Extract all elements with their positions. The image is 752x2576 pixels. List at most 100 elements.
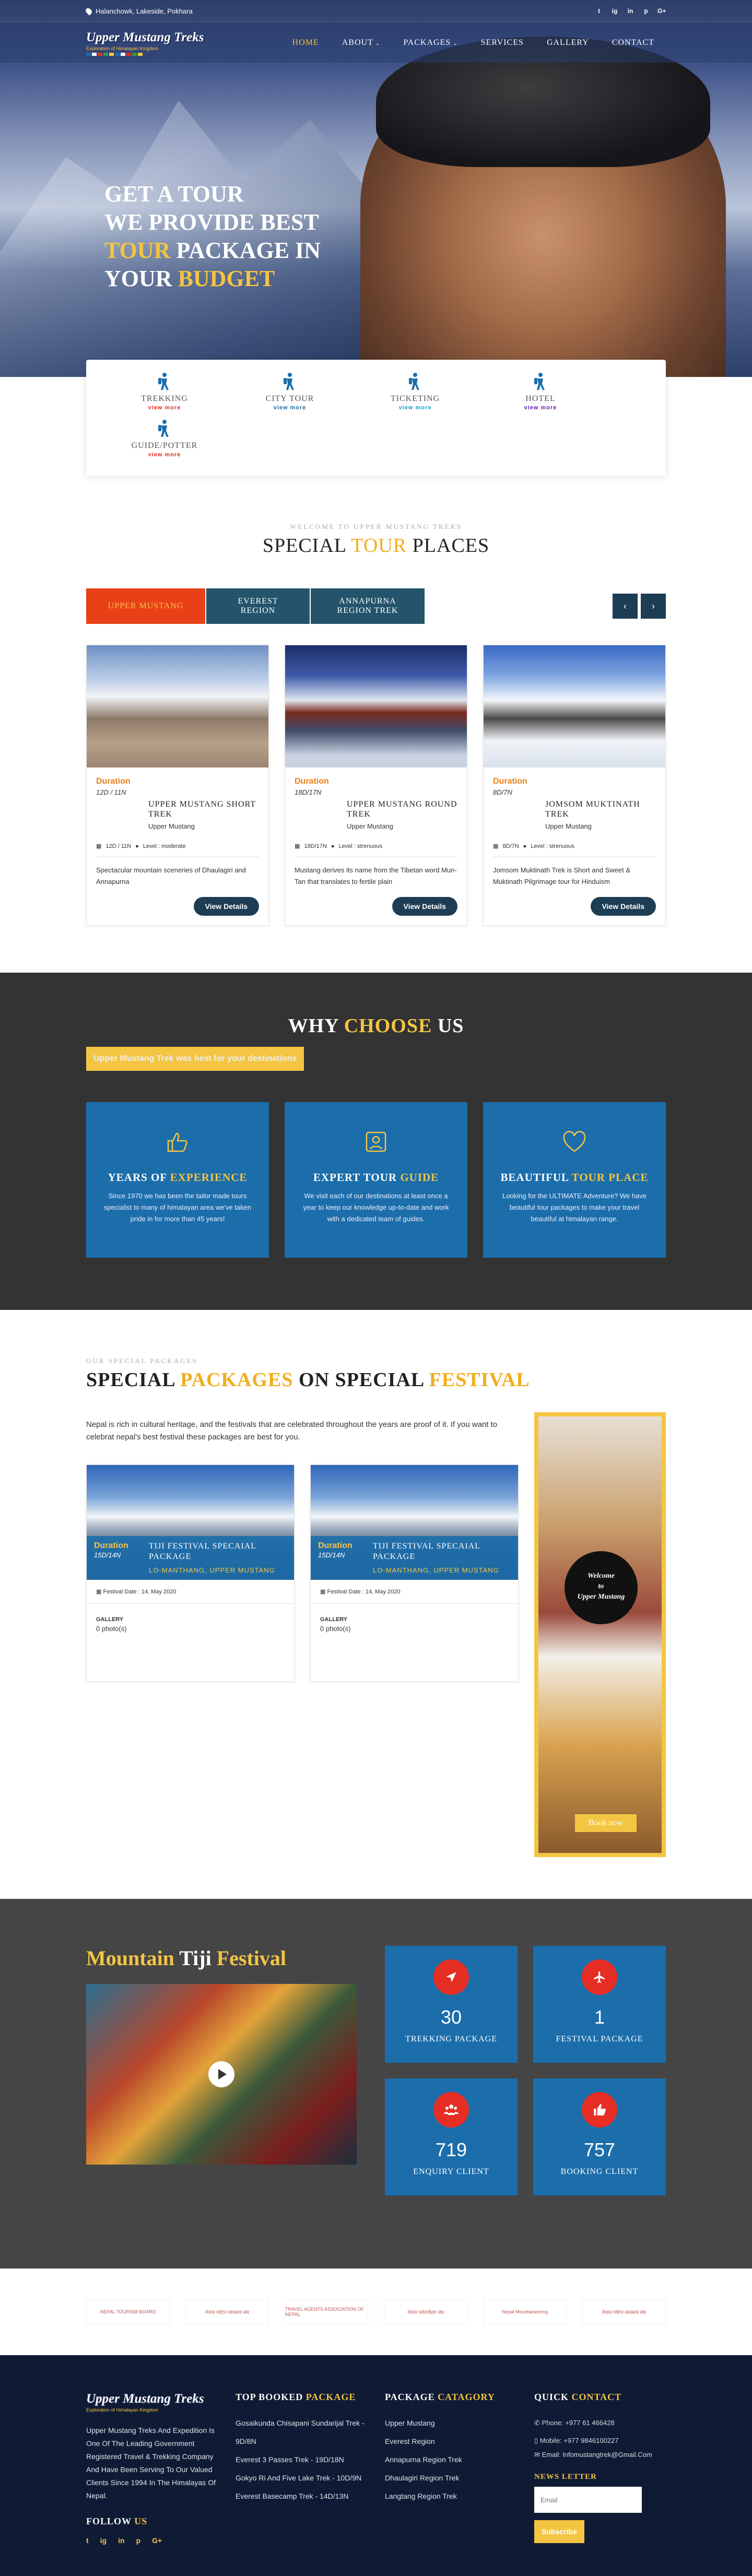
view-more-link[interactable]: view more [102,452,227,458]
view-more-link[interactable]: view more [227,405,352,411]
top-package-link[interactable]: Gokyo Ri And Five Lake Trek - 10D/9N [236,2469,385,2487]
linkedin-icon[interactable]: in [118,2536,124,2545]
tiji-festival-section: Mountain Tiji Festival 30 TREKKING PACKA… [0,1899,752,2268]
tab-everest-region[interactable]: EVEREST REGION [206,588,311,624]
stat-enquiry-client: 719 ENQUIRY CLIENT [385,2078,518,2195]
contact-phone: ✆ Phone: +977 61 466428 [534,2414,666,2432]
category-link[interactable]: Upper Mustang [385,2414,534,2432]
nav-packages[interactable]: PACKAGES ⌄ [392,38,469,48]
why-title: WHY CHOOSE US [86,1014,666,1037]
pinterest-icon[interactable]: p [642,7,650,15]
view-more-link[interactable]: view more [102,405,227,411]
google-plus-icon[interactable]: G+ [657,7,666,15]
top-package-link[interactable]: Everest Basecamp Trek - 14D/13N [236,2487,385,2506]
stat-label: BOOKING CLIENT [560,2167,639,2176]
chevron-left-icon[interactable]: ‹ [613,594,638,619]
welcome-line: Welcome [588,1572,615,1580]
footer-logo[interactable]: Upper Mustang Treks Exploration of Himal… [86,2392,236,2413]
logo-tagline: Exploration of Himalayan Kingdom [86,2407,159,2413]
package-title[interactable]: TIJI FESTIVAL SPECAIAL PACKAGE [149,1541,287,1562]
why-card-title: BEAUTIFUL TOUR PLACE [499,1171,650,1184]
logo-tagline: Exploration of Himalayan Kingdom [86,45,159,51]
nav-contact[interactable]: CONTACT [601,38,666,48]
title-part: US [432,1015,464,1037]
mobile-text: Mobile: +977 9846100227 [539,2437,619,2444]
service-guide-potter[interactable]: GUIDE/POTTER view more [102,418,227,465]
tour-description: Spectacular mountain sceneries of Dhaula… [96,866,246,885]
view-details-button[interactable]: View Details [392,897,457,916]
tour-card[interactable]: Duration 18D/17N UPPER MUSTANG ROUND TRE… [285,645,467,926]
package-card[interactable]: Duration 15D/14N TIJI FESTIVAL SPECAIAL P… [86,1464,295,1682]
partner-logo: नेपाल पर्यटन व्यवसाय संघ [582,2300,666,2324]
view-details-button[interactable]: View Details [590,897,656,916]
title-highlight: PACKAGES [180,1369,293,1391]
nav-about[interactable]: ABOUT ⌄ [331,38,392,48]
google-plus-icon[interactable]: G+ [152,2536,162,2545]
nav-home[interactable]: HOME [281,38,331,48]
instagram-icon[interactable]: ig [610,7,619,15]
thumbs-up-icon [163,1127,192,1156]
tour-region: Upper Mustang [148,822,195,830]
meta-duration: 12D / 11N [105,843,132,849]
title-part: Festival [211,1946,287,1970]
tour-title[interactable]: UPPER MUSTANG SHORT TREK [148,799,259,819]
subscribe-button[interactable]: Subscribe [534,2520,584,2543]
service-hotel[interactable]: HOTEL view more [478,371,603,418]
service-ticketing[interactable]: TICKETING view more [352,371,478,418]
hiker-icon [155,371,174,392]
category-link[interactable]: Annapurna Region Trek [385,2451,534,2469]
title-highlight: TOUR PLACE [571,1171,649,1184]
hero-line-4-start: YOUR [104,266,178,291]
chevron-down-icon: ⌄ [453,41,458,46]
top-package-link[interactable]: Gosaikunda Chisapani Sundarijal Trek - 9… [236,2414,385,2451]
festival-poster[interactable]: Welcome to Upper Mustang Book now [534,1412,666,1857]
title-part: SPECIAL [262,535,351,557]
site-logo[interactable]: Upper Mustang Treks Exploration of Himal… [86,30,204,56]
photo-count: 0 photo(s) [96,1625,127,1633]
instagram-icon[interactable]: ig [100,2536,107,2545]
play-icon[interactable] [208,2061,234,2087]
category-link[interactable]: Everest Region [385,2432,534,2451]
service-trekking[interactable]: TREKKING view more [102,371,227,418]
tour-cards: Duration 12D / 11N UPPER MUSTANG SHORT T… [86,645,666,926]
nav-gallery[interactable]: GALLERY [535,38,601,48]
nav-services[interactable]: SERVICES [469,38,535,48]
partner-logo: नेपाल पर्वतारोहण संघ [384,2300,467,2324]
package-card[interactable]: Duration 15D/14N TIJI FESTIVAL SPECAIAL P… [310,1464,519,1682]
festival-video[interactable] [86,1984,357,2165]
tab-annapurna-region[interactable]: ANNAPURNA REGION TREK [311,588,426,624]
hiker-icon [406,371,425,392]
tour-title[interactable]: JOMSOM MUKTINATH TREK [545,799,656,819]
newsletter-email-input[interactable] [534,2487,642,2513]
chevron-right-icon[interactable]: › [641,594,666,619]
pinterest-icon[interactable]: p [136,2536,141,2545]
tour-card[interactable]: Duration 8D/7N JOMSOM MUKTINATH TREK Upp… [483,645,666,926]
title-part: SPECIAL [86,1369,181,1391]
tab-upper-mustang[interactable]: UPPER MUSTANG [86,588,206,624]
view-details-button[interactable]: View Details [193,897,259,916]
twitter-icon[interactable]: t [86,2536,89,2545]
duration-value: 18D/17N [295,788,322,796]
category-link[interactable]: Langtang Region Trek [385,2487,534,2506]
why-card-place: BEAUTIFUL TOUR PLACE Looking for the ULT… [483,1102,666,1258]
linkedin-icon[interactable]: in [626,7,634,15]
email-text[interactable]: Email: Infomustangtrek@Gmail.Com [542,2451,652,2459]
prayer-flags [86,52,204,56]
tour-title[interactable]: UPPER MUSTANG ROUND TREK [347,799,457,819]
hero-line-1: GET A TOUR [104,181,244,207]
meta-level: Level : strenuous [338,843,383,849]
category-link[interactable]: Dhaulagiri Region Trek [385,2469,534,2487]
top-package-link[interactable]: Everest 3 Passes Trek - 19D/18N [236,2451,385,2469]
why-card-text: We visit each of our destinations at lea… [303,1192,449,1223]
title-highlight: CATAGORY [438,2392,495,2402]
service-city-tour[interactable]: CITY TOUR view more [227,371,352,418]
hiker-icon [155,418,174,439]
package-title[interactable]: TIJI FESTIVAL SPECAIAL PACKAGE [373,1541,511,1562]
view-more-link[interactable]: view more [352,405,478,411]
twitter-icon[interactable]: t [595,7,603,15]
duration-value: 15D/14N [94,1551,121,1559]
special-title: SPECIAL PACKAGES ON SPECIAL FESTIVAL [86,1368,666,1391]
book-now-button[interactable]: Book now [575,1814,637,1832]
view-more-link[interactable]: view more [478,405,603,411]
tour-card[interactable]: Duration 12D / 11N UPPER MUSTANG SHORT T… [86,645,269,926]
